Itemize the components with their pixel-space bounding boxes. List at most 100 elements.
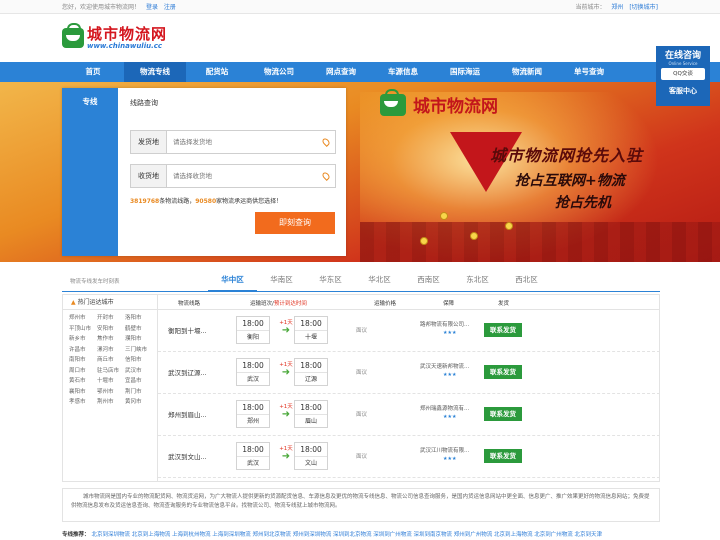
query-title: 线路查询 [130, 99, 158, 107]
city-link[interactable]: 濮阳市 [125, 335, 153, 344]
table-row: 衡阳到十堰... 18:00 衡阳 +1天 ➜ 18:00 十堰 面议 路邦物流有限公司... ★… [158, 310, 660, 352]
nav-stations[interactable]: 配货站 [186, 62, 248, 82]
carrier-name[interactable]: 武汉江川物流有限... [420, 446, 476, 454]
route-name[interactable]: 衡阳到十堰... [168, 325, 207, 335]
city-link[interactable]: 黄冈市 [125, 398, 153, 407]
recommended-lines: 专线推荐： 北京到深圳物流 北京到上海物流 上海到杭州物流 上海到深圳物流 郑州到… [62, 530, 602, 538]
banner-slogan-3: 抢占先机 [555, 195, 611, 211]
tab-southwest[interactable]: 西南区 [404, 270, 453, 292]
greeting: 您好，欢迎使用城市物流网！ 登录 注册 [62, 2, 176, 11]
main-nav: 首页 物流专线 配货站 物流公司 网点查询 车源信息 国际海运 物流新闻 单号查… [0, 62, 720, 82]
origin-field[interactable]: 发货地 [130, 130, 336, 154]
nav-lines[interactable]: 物流专线 [124, 62, 186, 82]
banner-logo: 城市物流网 [380, 88, 498, 117]
city-link[interactable]: 黄石市 [69, 377, 97, 386]
companies-text: 家物流承运商供您选择！ [216, 198, 283, 205]
city-link[interactable]: 信阳市 [125, 356, 153, 365]
city-link[interactable]: 平顶山市 [69, 325, 97, 334]
qq-chat-button[interactable]: QQ交谈 [661, 68, 705, 80]
tab-northwest[interactable]: 西北区 [502, 270, 551, 292]
login-link[interactable]: 登录 [146, 4, 158, 11]
city-link[interactable]: 鄂州市 [97, 388, 125, 397]
tab-northeast[interactable]: 东北区 [453, 270, 502, 292]
city-link[interactable]: 南阳市 [69, 356, 97, 365]
nav-outlets[interactable]: 网点查询 [310, 62, 372, 82]
city-link[interactable]: 襄阳市 [69, 388, 97, 397]
tab-lines[interactable]: 专线 [62, 88, 118, 256]
carrier-name[interactable]: 郑州瑞鑫源物流有... [420, 404, 476, 412]
recommended-links[interactable]: 北京到深圳物流 北京到上海物流 上海到杭州物流 上海到深圳物流 郑州到北京物流 … [92, 532, 603, 538]
contact-ship-button[interactable]: 联系发货 [484, 365, 522, 379]
city-link[interactable]: 十堰市 [97, 377, 125, 386]
nav-companies[interactable]: 物流公司 [248, 62, 310, 82]
route-price: 面议 [356, 328, 368, 334]
city-link[interactable]: 驻马店市 [97, 367, 125, 376]
nav-tracking[interactable]: 单号查询 [558, 62, 620, 82]
origin-label: 发货地 [131, 131, 167, 153]
carrier-name[interactable]: 路邦物流有限公司... [420, 320, 476, 328]
tab-south[interactable]: 华南区 [257, 270, 306, 292]
tab-north[interactable]: 华北区 [355, 270, 404, 292]
coin-graphic [470, 232, 478, 240]
top-bar: 您好，欢迎使用城市物流网！ 登录 注册 当前城市： 郑州 [切换城市] [0, 0, 720, 14]
arrive-time: 18:00 [295, 401, 327, 415]
city-link[interactable]: 许昌市 [69, 346, 97, 355]
tab-east[interactable]: 华东区 [306, 270, 355, 292]
city-link[interactable]: 郑州市 [69, 314, 97, 323]
arrive-box: 18:00 辽源 [294, 358, 328, 386]
route-name[interactable]: 武汉到辽源... [168, 367, 207, 377]
city-link[interactable]: 鹤壁市 [125, 325, 153, 334]
route-name[interactable]: 郑州到眉山... [168, 409, 207, 419]
city-link[interactable]: 武汉市 [125, 367, 153, 376]
nav-shipping[interactable]: 国际海运 [434, 62, 496, 82]
switch-city-link[interactable]: [切换城市] [629, 4, 658, 11]
site-logo[interactable]: 城市物流网 www.chinawuliu.cc [62, 23, 167, 50]
nav-vehicles[interactable]: 车源信息 [372, 62, 434, 82]
online-consult-widget: 在线咨询 Online Service QQ交谈 客服中心 [656, 46, 710, 106]
routes-header: 物流线路 运输班次/预计到达时间 运输价格 保障 发货 [158, 295, 659, 310]
query-button[interactable]: 即刻查询 [255, 212, 335, 234]
current-city[interactable]: 郑州 [611, 4, 623, 11]
coin-graphic [440, 212, 448, 220]
city-link[interactable]: 宜昌市 [125, 377, 153, 386]
arrow-right-icon: ➜ [281, 367, 291, 378]
transit-indicator: +1天 ➜ [276, 402, 296, 420]
depart-city: 衡阳 [246, 334, 259, 341]
city-link[interactable]: 开封市 [97, 314, 125, 323]
city-link[interactable]: 焦作市 [97, 335, 125, 344]
destination-field[interactable]: 收货地 [130, 164, 336, 188]
destination-input[interactable] [167, 172, 323, 180]
city-link[interactable]: 新乡市 [69, 335, 97, 344]
guarantee-icon: ★★★ [443, 456, 457, 462]
nav-home[interactable]: 首页 [62, 62, 124, 82]
city-link[interactable]: 荆州市 [97, 398, 125, 407]
city-link[interactable]: 周口市 [69, 367, 97, 376]
logo-url: www.chinawuliu.cc [87, 42, 163, 50]
city-link[interactable]: 洛阳市 [125, 314, 153, 323]
city-link[interactable]: 漯河市 [97, 346, 125, 355]
routes-table: 物流线路 运输班次/预计到达时间 运输价格 保障 发货 衡阳到十堰... 18:0… [158, 294, 660, 482]
contact-ship-button[interactable]: 联系发货 [484, 407, 522, 421]
depart-box: 18:00 武汉 [236, 358, 270, 386]
carrier-name[interactable]: 武汉天速新邦物流... [420, 362, 476, 370]
lines-text: 条物流线路， [159, 198, 196, 205]
fire-icon: ▲ [71, 299, 76, 306]
service-center-button[interactable]: 客服中心 [656, 86, 710, 96]
city-link[interactable]: 三门峡市 [125, 346, 153, 355]
nav-news[interactable]: 物流新闻 [496, 62, 558, 82]
origin-input[interactable] [167, 138, 323, 146]
current-city-label: 当前城市： [575, 4, 606, 11]
city-link[interactable]: 荆门市 [125, 388, 153, 397]
arrive-box: 18:00 眉山 [294, 400, 328, 428]
transit-indicator: +1天 ➜ [276, 318, 296, 336]
city-link[interactable]: 商丘市 [97, 356, 125, 365]
city-link[interactable]: 安阳市 [97, 325, 125, 334]
contact-ship-button[interactable]: 联系发货 [484, 323, 522, 337]
route-name[interactable]: 武汉到文山... [168, 451, 207, 461]
tab-central[interactable]: 华中区 [208, 270, 257, 292]
city-link[interactable]: 孝感市 [69, 398, 97, 407]
contact-ship-button[interactable]: 联系发货 [484, 449, 522, 463]
arrive-city: 辽源 [304, 376, 317, 383]
register-link[interactable]: 注册 [164, 4, 176, 11]
arrive-box: 18:00 十堰 [294, 316, 328, 344]
